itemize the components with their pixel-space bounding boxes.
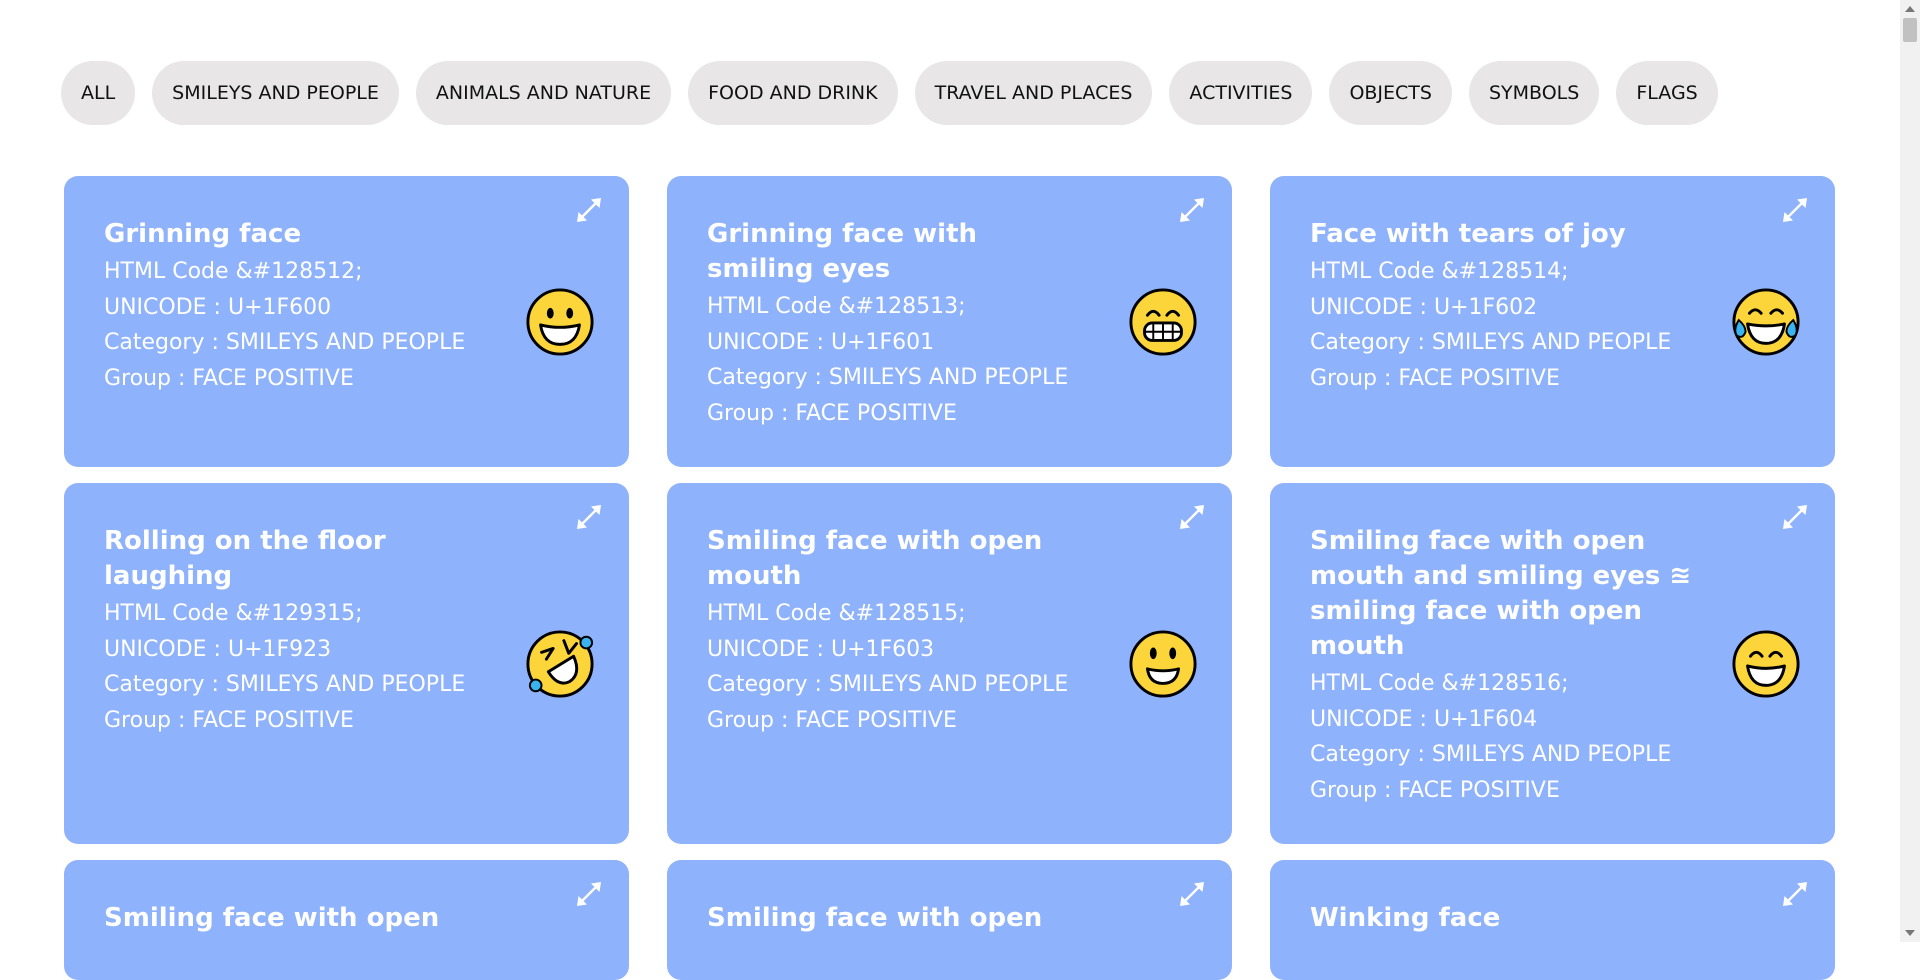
emoji-name: Smiling face with open xyxy=(707,903,1043,933)
scroll-down-arrow-icon[interactable] xyxy=(1905,930,1915,936)
scroll-up-arrow-icon[interactable] xyxy=(1905,6,1915,12)
emoji-html-code: HTML Code &#128514; xyxy=(1310,259,1569,284)
emoji-card[interactable]: Smiling face with open mouth HTML Code &… xyxy=(667,483,1232,844)
filter-objects[interactable]: OBJECTS xyxy=(1329,61,1452,125)
filter-flags[interactable]: FLAGS xyxy=(1616,61,1718,125)
emoji-card[interactable]: Rolling on the floor laughing HTML Code … xyxy=(64,483,629,844)
rofl-emoji xyxy=(526,629,594,698)
emoji-card[interactable]: Smiling face with open xyxy=(667,860,1232,980)
emoji-name: Rolling on the floor laughing xyxy=(104,526,386,591)
filter-all[interactable]: ALL xyxy=(61,61,136,125)
emoji-category: Category : SMILEYS AND PEOPLE xyxy=(1310,742,1672,767)
tears-of-joy-emoji xyxy=(1732,287,1800,356)
beaming-face-emoji xyxy=(1129,287,1197,356)
emoji-card-grid: Grinning face HTML Code &#128512; UNICOD… xyxy=(64,176,1836,980)
grinning-face-emoji xyxy=(526,287,594,356)
expand-icon[interactable] xyxy=(574,195,604,225)
filter-symbols[interactable]: SYMBOLS xyxy=(1468,61,1600,125)
emoji-html-code: HTML Code &#128515; xyxy=(707,601,966,626)
emoji-name: Grinning face xyxy=(104,219,302,249)
emoji-category: Category : SMILEYS AND PEOPLE xyxy=(104,330,466,355)
emoji-card[interactable]: Face with tears of joy HTML Code &#12851… xyxy=(1270,176,1835,467)
expand-icon[interactable] xyxy=(1780,195,1810,225)
filter-activities[interactable]: ACTIVITIES xyxy=(1169,61,1313,125)
vertical-scrollbar[interactable] xyxy=(1900,0,1920,942)
grinning-smiling-eyes-emoji xyxy=(1732,629,1800,698)
emoji-card[interactable]: Smiling face with open xyxy=(64,860,629,980)
emoji-name: Face with tears of joy xyxy=(1310,219,1626,249)
expand-icon[interactable] xyxy=(1177,502,1207,532)
filter-travel-and-places[interactable]: TRAVEL AND PLACES xyxy=(914,61,1153,125)
emoji-group: Group : FACE POSITIVE xyxy=(104,707,354,733)
emoji-card[interactable]: Grinning face HTML Code &#128512; UNICOD… xyxy=(64,176,629,467)
emoji-name: Smiling face with open mouth xyxy=(707,526,1043,591)
emoji-card[interactable]: Smiling face with open mouth and smiling… xyxy=(1270,483,1835,844)
emoji-category: Category : SMILEYS AND PEOPLE xyxy=(707,365,1069,390)
expand-icon[interactable] xyxy=(574,502,604,532)
emoji-html-code: HTML Code &#128513; xyxy=(707,294,966,319)
emoji-unicode: UNICODE : U+1F604 xyxy=(1310,706,1538,732)
emoji-group: Group : FACE POSITIVE xyxy=(707,400,957,426)
emoji-card[interactable]: Winking face xyxy=(1270,860,1835,980)
emoji-unicode: UNICODE : U+1F601 xyxy=(707,329,935,355)
filter-animals-and-nature[interactable]: ANIMALS AND NATURE xyxy=(415,61,672,125)
expand-icon[interactable] xyxy=(1780,502,1810,532)
filter-smileys-and-people[interactable]: SMILEYS AND PEOPLE xyxy=(152,61,399,125)
emoji-category: Category : SMILEYS AND PEOPLE xyxy=(104,672,466,697)
emoji-group: Group : FACE POSITIVE xyxy=(1310,777,1560,803)
emoji-unicode: UNICODE : U+1F603 xyxy=(707,636,935,662)
open-mouth-smile-emoji xyxy=(1129,629,1197,698)
emoji-group: Group : FACE POSITIVE xyxy=(104,365,354,391)
emoji-html-code: HTML Code &#128516; xyxy=(1310,671,1569,696)
emoji-group: Group : FACE POSITIVE xyxy=(707,707,957,733)
scrollbar-thumb[interactable] xyxy=(1903,18,1917,42)
emoji-html-code: HTML Code &#128512; xyxy=(104,259,363,284)
emoji-unicode: UNICODE : U+1F602 xyxy=(1310,294,1538,320)
emoji-html-code: HTML Code &#129315; xyxy=(104,601,363,626)
emoji-group: Group : FACE POSITIVE xyxy=(1310,365,1560,391)
emoji-category: Category : SMILEYS AND PEOPLE xyxy=(1310,330,1672,355)
emoji-name: Smiling face with open mouth and smiling… xyxy=(1310,526,1692,661)
filter-food-and-drink[interactable]: FOOD AND DRINK xyxy=(688,61,898,125)
emoji-name: Winking face xyxy=(1310,903,1501,933)
expand-icon[interactable] xyxy=(574,879,604,909)
expand-icon[interactable] xyxy=(1780,879,1810,909)
expand-icon[interactable] xyxy=(1177,879,1207,909)
expand-icon[interactable] xyxy=(1177,195,1207,225)
emoji-category: Category : SMILEYS AND PEOPLE xyxy=(707,672,1069,697)
emoji-unicode: UNICODE : U+1F600 xyxy=(104,294,332,320)
emoji-card[interactable]: Grinning face with smiling eyes HTML Cod… xyxy=(667,176,1232,467)
category-filter-bar: ALL SMILEYS AND PEOPLE ANIMALS AND NATUR… xyxy=(61,61,1718,125)
emoji-name: Grinning face with smiling eyes xyxy=(707,219,978,284)
emoji-name: Smiling face with open xyxy=(104,903,440,933)
emoji-unicode: UNICODE : U+1F923 xyxy=(104,636,332,662)
